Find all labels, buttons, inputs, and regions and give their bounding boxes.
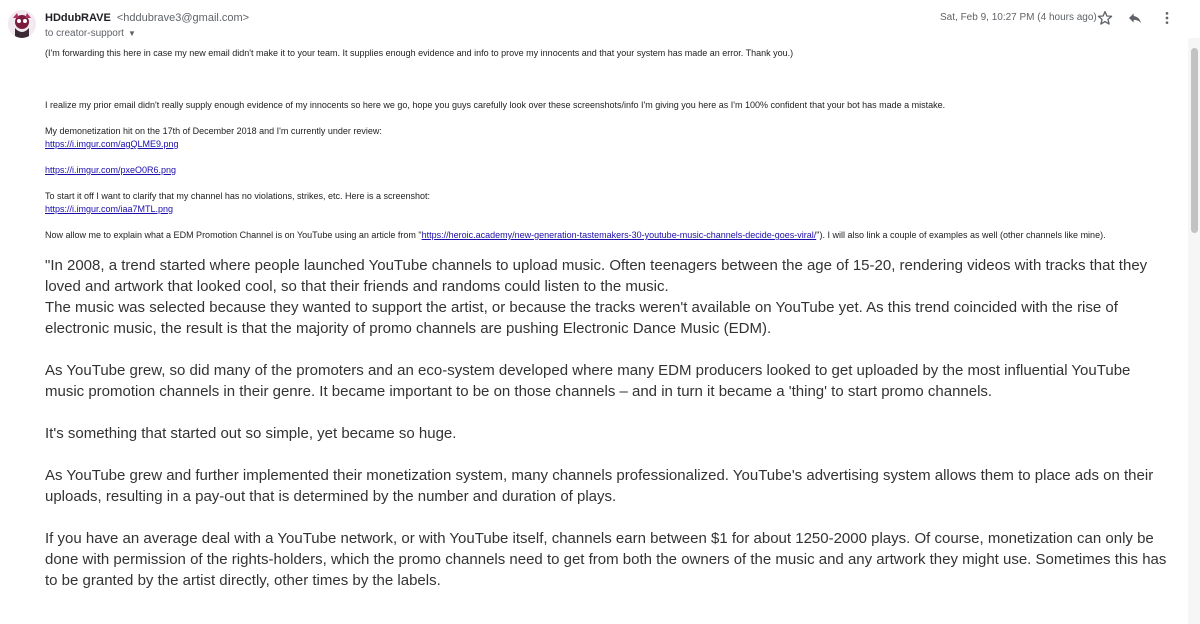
article-outro-text: "). I will also link a couple of example… <box>816 230 1106 240</box>
recipient-details-toggle[interactable]: to creator-support ▼ <box>45 28 136 39</box>
avatar-icon <box>8 10 36 38</box>
star-button[interactable] <box>1095 8 1115 28</box>
reply-icon <box>1129 13 1141 24</box>
screenshot-link-3[interactable]: https://i.imgur.com/iaa7MTL.png <box>45 204 173 214</box>
sender-email: <hddubrave3@gmail.com> <box>116 12 250 24</box>
scrollbar-thumb[interactable] <box>1191 48 1198 233</box>
timestamp: Sat, Feb 9, 10:27 PM (4 hours ago) <box>940 12 1097 23</box>
star-icon <box>1097 11 1113 25</box>
message-body: (I'm forwarding this here in case my new… <box>45 47 1173 591</box>
sender-name: HDdubRAVE <box>45 12 111 24</box>
avatar[interactable] <box>8 10 36 38</box>
quote-paragraph-3: As YouTube grew, so did many of the prom… <box>45 362 1131 400</box>
paragraph-evidence: I realize my prior email didn't really s… <box>45 100 946 110</box>
screenshot-link-2[interactable]: https://i.imgur.com/pxeO0R6.png <box>45 165 176 175</box>
quote-paragraph-2: The music was selected because they want… <box>45 299 1118 337</box>
quote-paragraph-6: If you have an average deal with a YouTu… <box>45 530 1167 589</box>
article-intro-text: Now allow me to explain what a EDM Promo… <box>45 230 422 240</box>
sender: HDdubRAVE <hddubrave3@gmail.com> <box>45 12 249 24</box>
more-vertical-icon <box>1165 12 1169 24</box>
screenshot-link-1[interactable]: https://i.imgur.com/agQLME9.png <box>45 139 179 149</box>
quote-paragraph-5: As YouTube grew and further implemented … <box>45 467 1154 505</box>
recipient-label: to creator-support <box>45 28 124 39</box>
quote-paragraph-4: It's something that started out so simpl… <box>45 425 457 442</box>
article-link[interactable]: https://heroic.academy/new-generation-ta… <box>422 230 817 240</box>
reply-button[interactable] <box>1125 8 1145 28</box>
paragraph-no-violations: To start it off I want to clarify that m… <box>45 191 431 201</box>
quote-paragraph-1: "In 2008, a trend started where people l… <box>45 257 1148 295</box>
intro-paragraph: (I'm forwarding this here in case my new… <box>45 48 794 58</box>
paragraph-article: Now allow me to explain what a EDM Promo… <box>45 229 1173 242</box>
scrollbar[interactable] <box>1188 38 1200 624</box>
paragraph-demonetization: My demonetization hit on the 17th of Dec… <box>45 126 382 136</box>
more-options-button[interactable] <box>1157 8 1177 28</box>
chevron-down-icon: ▼ <box>127 29 136 38</box>
